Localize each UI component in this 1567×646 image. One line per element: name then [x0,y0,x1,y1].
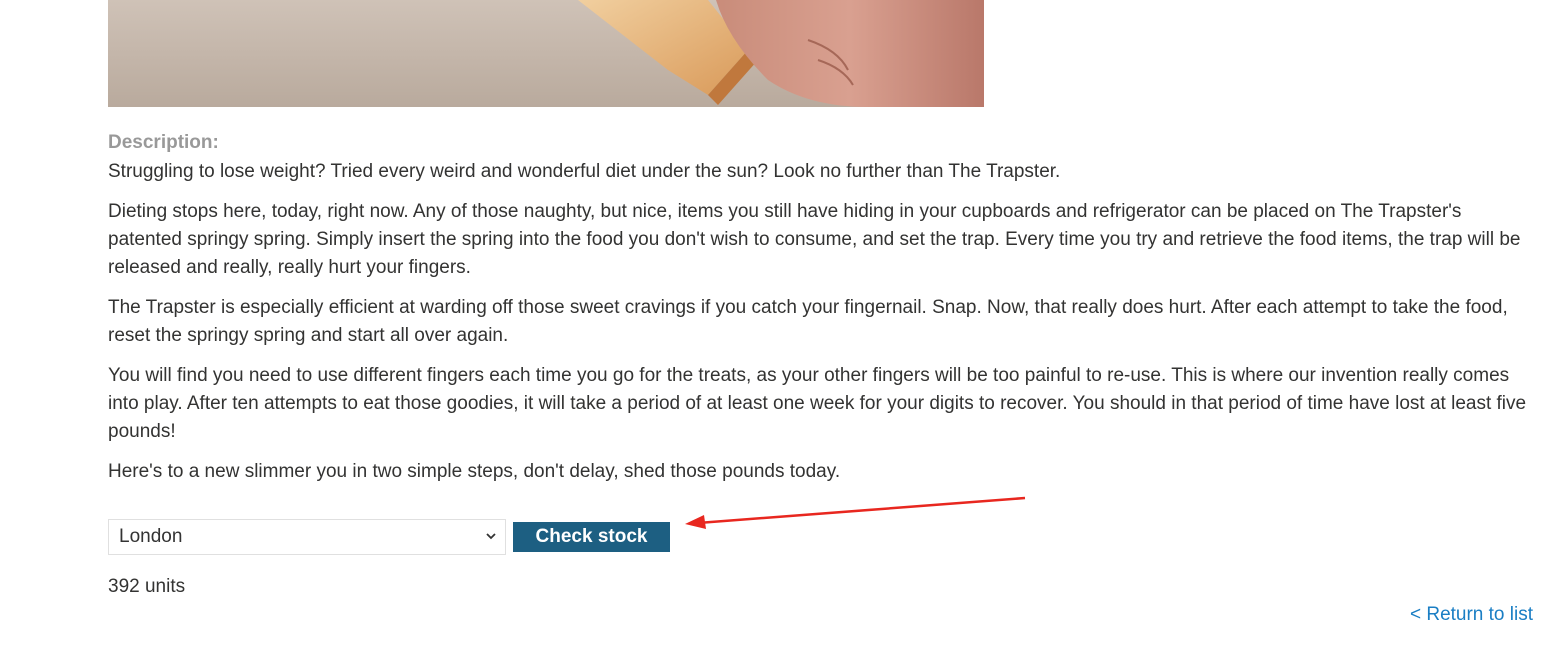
product-description: Description: Struggling to lose weight? … [108,128,1538,498]
stock-result: 392 units [108,576,186,597]
store-select[interactable]: London [108,519,506,555]
product-image [108,0,984,107]
description-paragraph: Dieting stops here, today, right now. An… [108,201,1521,278]
description-label: Description: [108,132,219,153]
description-paragraph: Here's to a new slimmer you in two simpl… [108,461,841,482]
chevron-down-icon [486,533,496,540]
description-paragraph: You will find you need to use different … [108,365,1527,442]
check-stock-button[interactable]: Check stock [513,522,670,552]
description-paragraph: The Trapster is especially efficient at … [108,297,1508,346]
return-to-list-link[interactable]: < Return to list [1410,601,1533,629]
annotation-arrow-icon [685,496,1026,529]
description-paragraph: Struggling to lose weight? Tried every w… [108,161,1061,182]
product-page: Description: Struggling to lose weight? … [0,0,1567,646]
store-select-value: London [119,526,183,547]
stock-check-form: London Check stock [108,518,670,556]
